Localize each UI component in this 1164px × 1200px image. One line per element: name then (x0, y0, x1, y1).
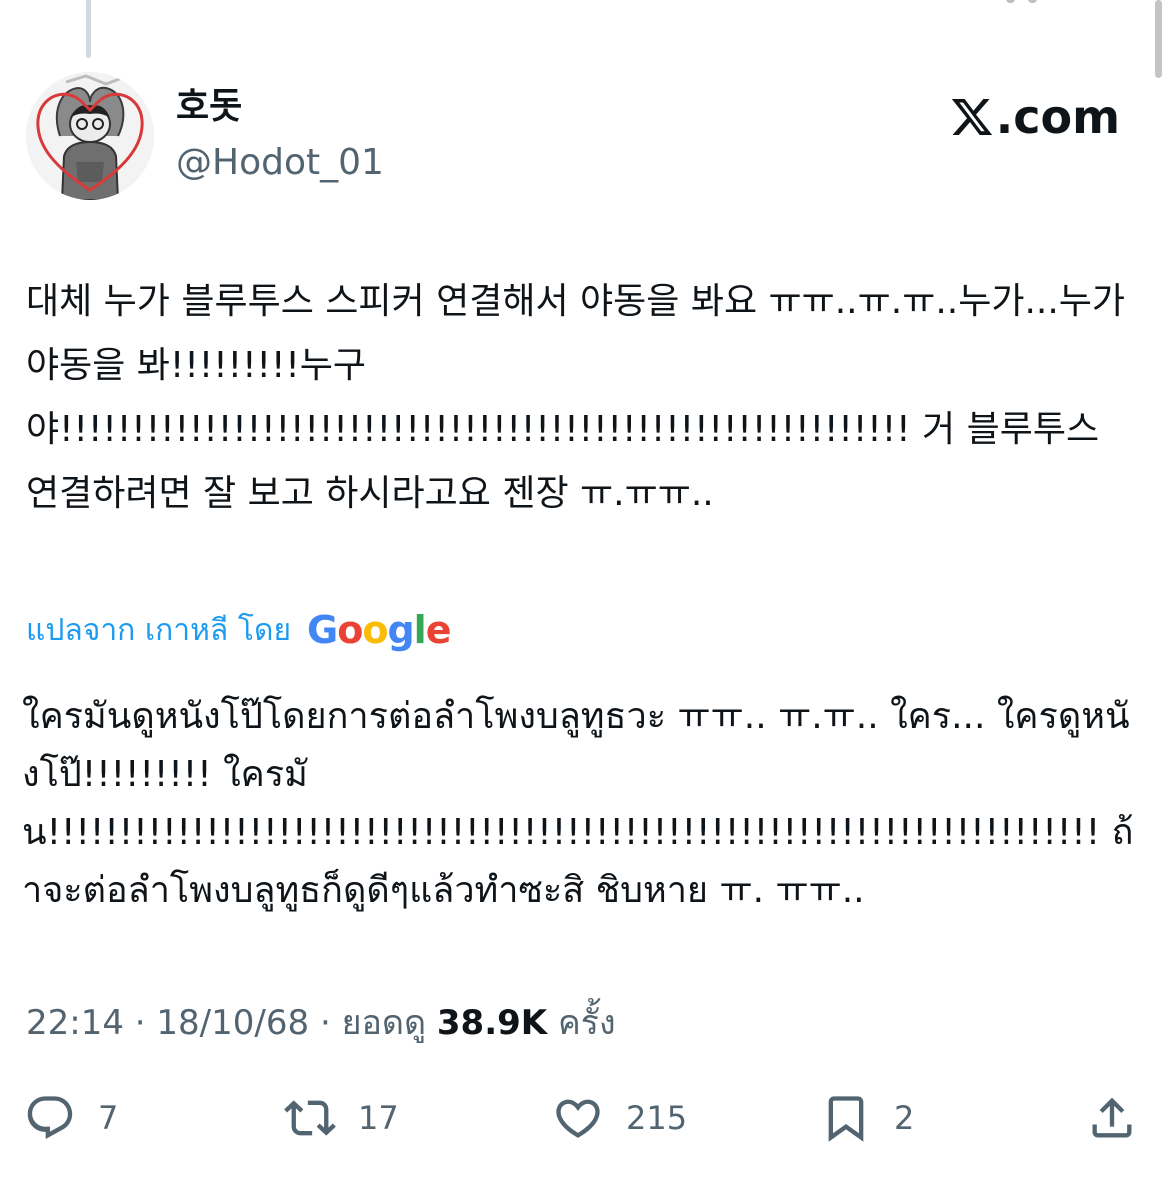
brand-domain-label: .com (995, 90, 1120, 144)
repost-icon (284, 1100, 336, 1136)
views-count: 38.9K (436, 1003, 548, 1043)
share-button[interactable] (1086, 1090, 1138, 1146)
bookmark-count: 2 (894, 1099, 915, 1137)
reply-icon (27, 1096, 73, 1140)
like-count: 215 (626, 1099, 688, 1137)
avatar-image (26, 72, 154, 200)
share-icon (1092, 1097, 1132, 1138)
meta-separator: · (134, 1003, 157, 1043)
meta-separator: · (319, 1003, 342, 1043)
tweet-date[interactable]: 18/10/68 (156, 1003, 309, 1043)
translation-attribution: แปลจาก เกาหลี โดย Google (26, 600, 451, 660)
scrollbar[interactable] (1155, 0, 1162, 78)
x-com-brand: .com (950, 88, 1120, 146)
reply-count: 7 (98, 1099, 119, 1137)
repost-count: 17 (358, 1099, 399, 1137)
author-display-name[interactable]: 호돗 (176, 84, 242, 130)
tweet-action-bar: 7 17 215 2 (20, 1090, 1144, 1146)
thread-connector-line (86, 0, 91, 58)
author-handle[interactable]: @Hodot_01 (176, 140, 384, 186)
tweet-time[interactable]: 22:14 (26, 1003, 124, 1043)
translated-tweet-text: ใครมันดูหนังโป๊โดยการต่อลำโพงบลูทูธวะ ㅠㅠ… (22, 696, 1134, 911)
translated-from-label[interactable]: แปลจาก เกาหลี โดย (26, 607, 291, 654)
more-options-icon[interactable] (1006, 0, 1046, 6)
reply-button[interactable]: 7 (24, 1090, 118, 1146)
google-logo: Google (307, 608, 451, 652)
tweet-text: 대체 누가 블루투스 스피커 연결해서 야동을 봐요 ㅠㅠ..ㅠ.ㅠ..누가..… (26, 281, 1137, 514)
like-icon (556, 1099, 600, 1138)
avatar[interactable] (26, 72, 154, 200)
views-suffix: ครั้ง (557, 1003, 616, 1043)
x-logo-icon (951, 99, 992, 135)
views-label: ยอดดู (341, 1003, 427, 1043)
repost-button[interactable]: 17 (284, 1090, 399, 1146)
bookmark-icon (828, 1096, 864, 1142)
like-button[interactable]: 215 (552, 1090, 687, 1146)
tweet-metadata: 22:14 · 18/10/68 · ยอดดู 38.9K ครั้ง (26, 998, 616, 1048)
bookmark-button[interactable]: 2 (820, 1090, 914, 1146)
